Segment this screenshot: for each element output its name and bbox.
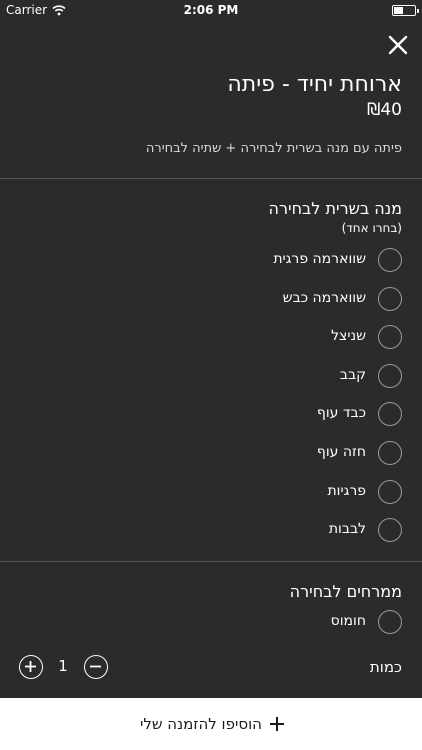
add-to-order-label: הוסיפו להזמנה שלי bbox=[140, 715, 262, 733]
meat-section-title: מנה בשרית לבחירה bbox=[268, 199, 402, 218]
spreads-section-title: ממרחים לבחירה bbox=[289, 582, 402, 601]
option-label: קבב bbox=[339, 367, 366, 383]
minus-circle-icon[interactable] bbox=[84, 655, 108, 679]
option-schnitzel[interactable]: שניצל bbox=[0, 320, 422, 354]
option-label: שווארמה פרגית bbox=[273, 251, 366, 267]
status-bar: Carrier 2:06 PM bbox=[0, 0, 422, 22]
option-kebab[interactable]: קבב bbox=[0, 359, 422, 393]
radio-button[interactable] bbox=[378, 248, 402, 272]
radio-button[interactable] bbox=[378, 518, 402, 542]
clock: 2:06 PM bbox=[183, 3, 239, 17]
option-chicken-liver[interactable]: כבד עוף bbox=[0, 397, 422, 431]
divider bbox=[0, 561, 422, 562]
quantity-label: כמות bbox=[369, 658, 402, 676]
option-label: חומוס bbox=[330, 613, 366, 629]
dish-price: ₪40 bbox=[367, 100, 402, 120]
footer: הוסיפו להזמנה שלי bbox=[0, 698, 422, 750]
radio-button[interactable] bbox=[378, 441, 402, 465]
option-label: לבבות bbox=[328, 521, 366, 537]
option-hearts[interactable]: לבבות bbox=[0, 513, 422, 547]
plus-icon bbox=[270, 717, 284, 731]
option-pargiot[interactable]: פרגיות bbox=[0, 475, 422, 509]
meat-section-subtitle: (בחרו אחד) bbox=[341, 221, 402, 235]
dish-title: ארוחת יחיד - פיתה bbox=[227, 72, 402, 97]
radio-button[interactable] bbox=[378, 325, 402, 349]
add-to-order-button[interactable]: הוסיפו להזמנה שלי bbox=[0, 698, 422, 750]
dish-description: פיתה עם מנה בשרית לבחירה + שתיה לבחירה bbox=[145, 141, 402, 156]
option-hummus[interactable]: חומוס bbox=[0, 605, 422, 639]
option-shawarma-lamb[interactable]: שווארמה כבש bbox=[0, 282, 422, 316]
radio-button[interactable] bbox=[378, 610, 402, 634]
quantity-stepper: כמות 1 bbox=[0, 650, 422, 684]
plus-circle-icon[interactable] bbox=[19, 655, 43, 679]
option-label: כבד עוף bbox=[316, 405, 366, 421]
divider bbox=[0, 178, 422, 179]
option-label: שניצל bbox=[331, 328, 366, 344]
option-label: פרגיות bbox=[327, 483, 366, 499]
option-label: חזה עוף bbox=[316, 444, 366, 460]
option-label: שווארמה כבש bbox=[282, 290, 366, 306]
battery-icon bbox=[392, 5, 419, 16]
screen: Carrier 2:06 PM ארוחת יחיד - פיתה ₪40 פי… bbox=[0, 0, 422, 750]
radio-button[interactable] bbox=[378, 480, 402, 504]
radio-button[interactable] bbox=[378, 402, 402, 426]
option-shawarma-pargit[interactable]: שווארמה פרגית bbox=[0, 243, 422, 277]
close-button[interactable] bbox=[388, 35, 408, 55]
radio-button[interactable] bbox=[378, 364, 402, 388]
close-icon bbox=[388, 35, 408, 55]
radio-button[interactable] bbox=[378, 287, 402, 311]
quantity-value: 1 bbox=[58, 657, 68, 675]
option-chicken-breast[interactable]: חזה עוף bbox=[0, 436, 422, 470]
